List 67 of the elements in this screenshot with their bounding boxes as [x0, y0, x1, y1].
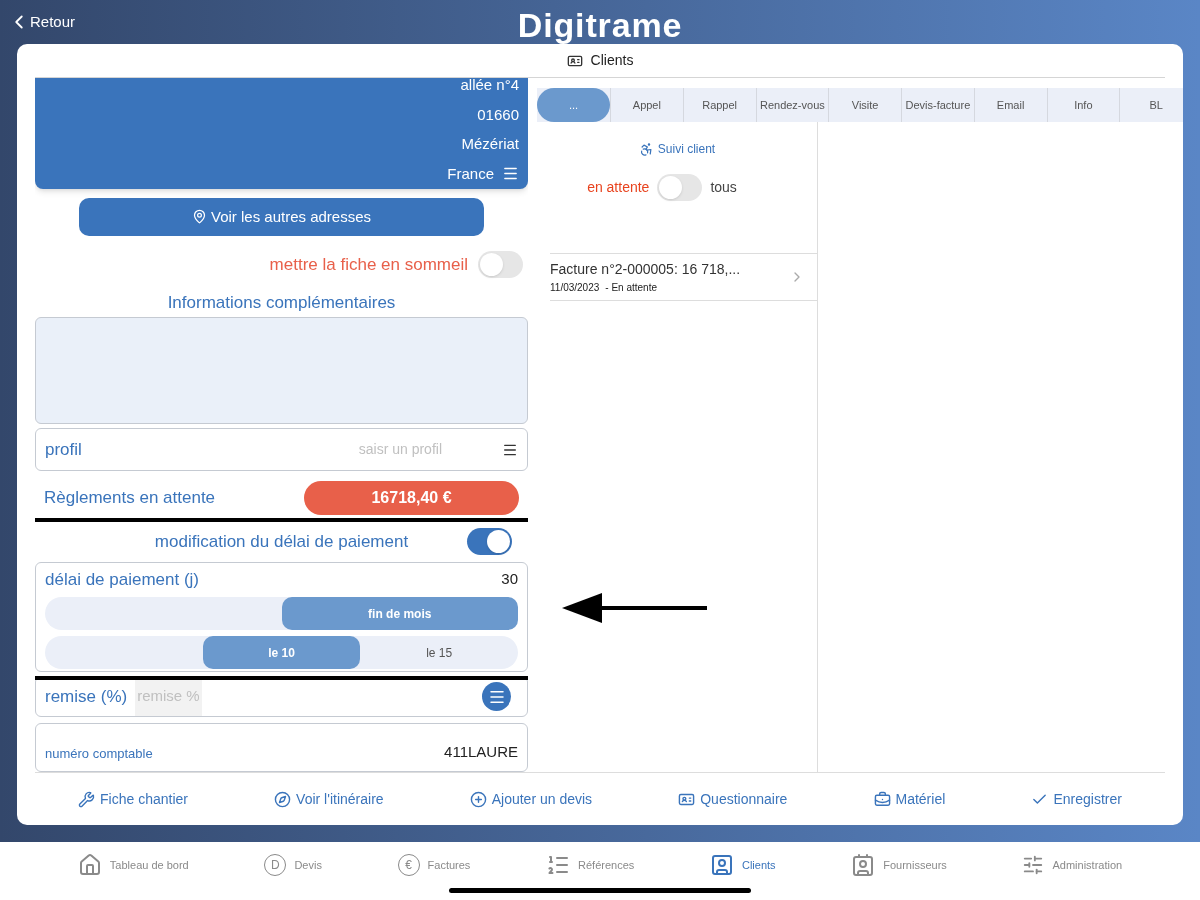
- address-line: Mézériat: [461, 134, 519, 154]
- segment-option[interactable]: le 10: [202, 636, 361, 670]
- nav-tab[interactable]: Administration: [1022, 854, 1123, 876]
- action-button[interactable]: Ajouter un devis: [469, 788, 593, 810]
- numbered-list-icon: [546, 853, 570, 877]
- segment-option[interactable]: le 15: [360, 636, 518, 670]
- tools-icon: [78, 790, 96, 808]
- delay-value: 30: [501, 569, 518, 590]
- account-field[interactable]: numéro comptable 411LAURE: [35, 723, 528, 772]
- card-title: Clients: [590, 51, 634, 70]
- tab[interactable]: Rappel: [682, 88, 756, 122]
- tab[interactable]: ...: [537, 88, 610, 122]
- pending-amount: 16718,40 €: [304, 481, 519, 516]
- tab[interactable]: Info: [1046, 88, 1120, 122]
- pin-icon: [191, 209, 207, 225]
- follow-up-link[interactable]: Suivi client: [657, 140, 716, 158]
- filter-all-label: tous: [710, 178, 737, 197]
- nav-tab[interactable]: Clients: [709, 853, 776, 877]
- discount-label: remise (%): [45, 685, 128, 708]
- nav-tab[interactable]: Fournisseurs: [851, 853, 947, 877]
- pending-label: Règlements en attente: [44, 487, 216, 510]
- profile-placeholder: saisr un profil: [358, 440, 442, 460]
- nav-tab[interactable]: D Devis: [264, 854, 322, 876]
- sleep-label: mettre la fiche en sommeil: [269, 253, 468, 276]
- address-line: allée n°4: [460, 78, 519, 95]
- house-icon: [77, 853, 102, 877]
- address-line: 01660: [477, 104, 519, 125]
- action-button[interactable]: Questionnaire: [678, 788, 788, 810]
- toggle-switch[interactable]: [657, 174, 703, 201]
- sliders-icon: [1022, 854, 1045, 876]
- info-label: Informations complémentaires: [166, 291, 397, 314]
- invoice-title: Facture n°2-000005: 16 718,...: [550, 260, 741, 279]
- briefcase-icon: [873, 790, 891, 808]
- profile-label: profil: [45, 439, 82, 461]
- nav-tab[interactable]: € Factures: [397, 854, 471, 876]
- tab[interactable]: Visite: [828, 88, 901, 122]
- person-card-icon: [709, 853, 734, 877]
- delay-modification-label: modification du délai de paiement: [154, 530, 409, 553]
- app-logo: Digitrame: [517, 5, 683, 46]
- account-label: numéro comptable: [45, 744, 153, 763]
- toggle-switch[interactable]: [478, 250, 523, 278]
- action-button[interactable]: Enregistrer: [1031, 788, 1122, 810]
- tab[interactable]: Email: [973, 88, 1047, 122]
- back-button[interactable]: Retour: [8, 10, 76, 34]
- account-value: 411LAURE: [444, 741, 518, 762]
- tab[interactable]: BL: [1119, 88, 1183, 122]
- address-line: France: [447, 163, 494, 184]
- tab[interactable]: Rendez-vous: [755, 88, 829, 122]
- compass-icon: [274, 790, 292, 808]
- delay-label: délai de paiement (j): [45, 568, 200, 591]
- plus-circle-icon: [469, 790, 487, 808]
- invoice-status: - En attente: [605, 281, 657, 295]
- profile-field[interactable]: profil saisr un profil: [35, 428, 528, 472]
- nav-tab[interactable]: Tableau de bord: [77, 853, 189, 877]
- tab[interactable]: Appel: [610, 88, 683, 122]
- action-button[interactable]: Voir l'itinéraire: [274, 788, 384, 810]
- filter-pending-label: en attente: [587, 178, 650, 197]
- nav-tab[interactable]: Références: [546, 853, 635, 877]
- invoice-row[interactable]: Facture n°2-000005: 16 718,... 11/03/2023 - En attente: [550, 254, 817, 301]
- other-addresses-button[interactable]: Voir les autres adresses: [79, 198, 484, 236]
- invoice-date: 11/03/2023: [550, 281, 600, 295]
- action-button[interactable]: Fiche chantier: [78, 788, 188, 810]
- segment-option[interactable]: fin de mois: [281, 597, 518, 631]
- toggle-switch[interactable]: [467, 528, 512, 556]
- contact-card-icon: [851, 853, 876, 877]
- tab[interactable]: Devis-facture: [901, 88, 974, 122]
- action-button[interactable]: Matériel: [873, 788, 946, 810]
